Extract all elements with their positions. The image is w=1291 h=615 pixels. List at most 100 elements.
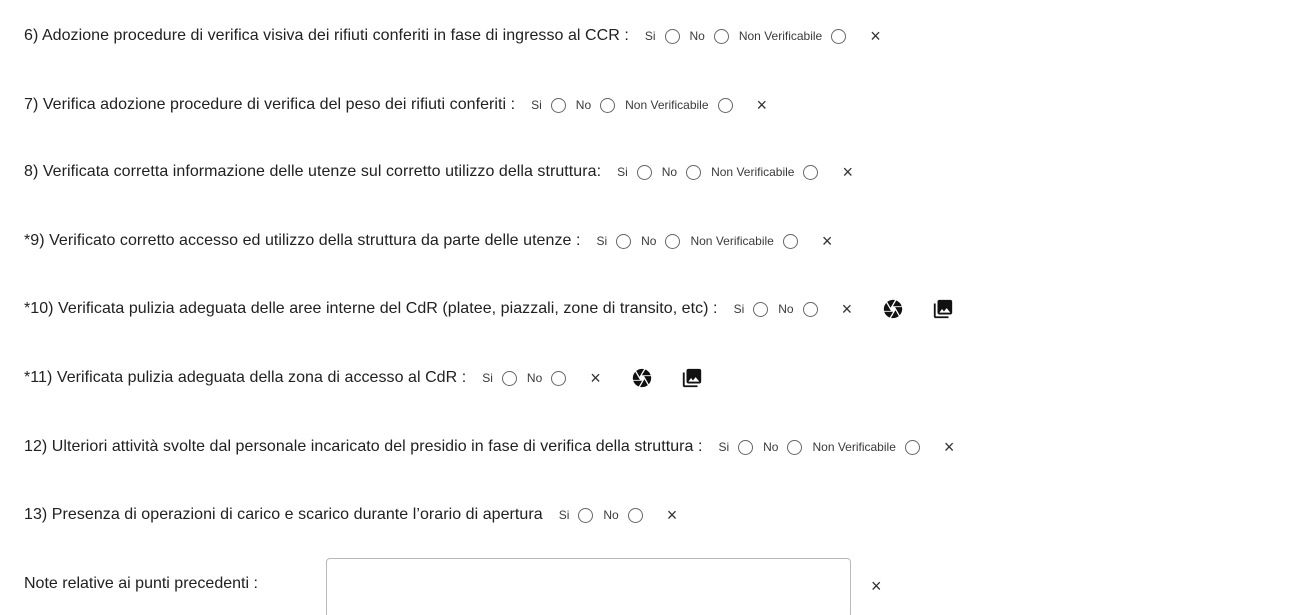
radio-unchecked-icon[interactable] (803, 164, 819, 180)
radio-unchecked-icon[interactable] (713, 28, 729, 44)
option-no[interactable]: No (526, 370, 567, 386)
option-label-no: No (689, 29, 705, 43)
option-si[interactable]: Si (733, 301, 769, 317)
option-label-non-verificabile: Non Verificabile (625, 98, 709, 112)
radio-unchecked-icon[interactable] (501, 370, 517, 386)
close-icon[interactable]: × (842, 300, 853, 318)
close-icon[interactable]: × (822, 232, 833, 250)
option-no[interactable]: No (603, 507, 643, 523)
option-si[interactable]: Si (617, 164, 652, 180)
radio-unchecked-icon[interactable] (550, 97, 566, 113)
option-label-no: No (603, 508, 619, 522)
radio-unchecked-icon[interactable] (665, 233, 681, 249)
radio-unchecked-icon[interactable] (686, 164, 702, 180)
close-icon[interactable]: × (757, 96, 768, 114)
option-label-no: No (526, 371, 543, 385)
option-si[interactable]: Si (718, 439, 754, 455)
option-label-si: Si (718, 440, 730, 454)
question-row-13: 13) Presenza di operazioni di carico e s… (24, 500, 677, 530)
option-label-no: No (763, 440, 779, 454)
radio-unchecked-icon[interactable] (753, 301, 769, 317)
note-label: Note relative ai punti precedenti : (24, 575, 258, 592)
option-non-verificabile[interactable]: Non Verificabile (738, 28, 847, 44)
close-icon[interactable]: × (842, 163, 853, 181)
open-gallery-button[interactable] (932, 298, 954, 320)
note-textarea[interactable] (326, 558, 851, 615)
radio-unchecked-icon[interactable] (664, 28, 680, 44)
option-label-no: No (778, 302, 794, 316)
option-label-si: Si (482, 371, 493, 385)
take-photo-button[interactable] (631, 367, 653, 389)
radio-unchecked-icon[interactable] (802, 301, 818, 317)
radio-unchecked-icon[interactable] (616, 233, 632, 249)
question-text: 12) Ulteriori attività svolte dal person… (24, 438, 703, 455)
option-label-no: No (641, 234, 657, 248)
radio-unchecked-icon[interactable] (600, 97, 616, 113)
question-row-7: 7) Verifica adozione procedure di verifi… (24, 90, 767, 120)
question-row-9: *9) Verificato corretto accesso ed utili… (24, 226, 832, 256)
option-no[interactable]: No (575, 97, 616, 113)
option-no[interactable]: No (778, 301, 818, 317)
camera-shutter-icon (883, 299, 903, 319)
question-row-11: *11) Verificata pulizia adeguata della z… (24, 363, 703, 393)
option-si[interactable]: Si (558, 507, 594, 523)
photo-library-icon (682, 368, 701, 388)
option-label-no: No (661, 165, 678, 179)
option-label-no: No (575, 98, 592, 112)
open-gallery-button[interactable] (681, 367, 703, 389)
photo-library-icon (933, 299, 953, 319)
option-no[interactable]: No (689, 28, 729, 44)
option-non-verificabile[interactable]: Non Verificabile (812, 439, 920, 455)
camera-shutter-icon (632, 368, 651, 388)
radio-unchecked-icon[interactable] (831, 28, 847, 44)
option-no[interactable]: No (661, 164, 702, 180)
option-label-si: Si (558, 508, 570, 522)
question-text: *11) Verificata pulizia adeguata della z… (24, 369, 467, 386)
question-text: 7) Verifica adozione procedure di verifi… (24, 96, 516, 113)
question-row-10: *10) Verificata pulizia adeguata delle a… (24, 294, 954, 324)
question-text: *10) Verificata pulizia adeguata delle a… (24, 300, 718, 317)
option-si[interactable]: Si (482, 370, 517, 386)
option-non-verificabile[interactable]: Non Verificabile (690, 233, 798, 249)
option-si[interactable]: Si (531, 97, 566, 113)
option-label-si: Si (596, 234, 608, 248)
radio-unchecked-icon[interactable] (782, 233, 798, 249)
radio-unchecked-icon[interactable] (717, 97, 733, 113)
option-label-si: Si (617, 165, 628, 179)
close-icon[interactable]: × (871, 576, 882, 597)
option-label-non-verificabile: Non Verificabile (738, 29, 823, 43)
question-row-6: 6) Adozione procedure di verifica visiva… (24, 21, 881, 51)
radio-unchecked-icon[interactable] (787, 439, 803, 455)
option-non-verificabile[interactable]: Non Verificabile (625, 97, 733, 113)
question-text: *9) Verificato corretto accesso ed utili… (24, 232, 581, 249)
option-si[interactable]: Si (644, 28, 680, 44)
radio-unchecked-icon[interactable] (627, 507, 643, 523)
option-no[interactable]: No (763, 439, 803, 455)
option-label-non-verificabile: Non Verificabile (711, 165, 795, 179)
radio-unchecked-icon[interactable] (578, 507, 594, 523)
radio-unchecked-icon[interactable] (738, 439, 754, 455)
close-icon[interactable]: × (870, 27, 881, 45)
note-row: Note relative ai punti precedenti : × (24, 558, 882, 615)
option-label-si: Si (644, 29, 656, 43)
option-label-si: Si (531, 98, 542, 112)
question-text: 8) Verificata corretta informazione dell… (24, 163, 602, 180)
question-row-12: 12) Ulteriori attività svolte dal person… (24, 432, 954, 462)
option-non-verificabile[interactable]: Non Verificabile (711, 164, 819, 180)
radio-unchecked-icon[interactable] (636, 164, 652, 180)
take-photo-button[interactable] (882, 298, 904, 320)
option-si[interactable]: Si (596, 233, 632, 249)
checklist-form: 6) Adozione procedure di verifica visiva… (0, 0, 1291, 615)
radio-unchecked-icon[interactable] (904, 439, 920, 455)
option-label-non-verificabile: Non Verificabile (812, 440, 896, 454)
question-text: 13) Presenza di operazioni di carico e s… (24, 506, 543, 523)
option-label-non-verificabile: Non Verificabile (690, 234, 774, 248)
option-label-si: Si (733, 302, 745, 316)
close-icon[interactable]: × (590, 369, 601, 387)
option-no[interactable]: No (641, 233, 681, 249)
question-row-8: 8) Verificata corretta informazione dell… (24, 157, 853, 187)
close-icon[interactable]: × (667, 506, 678, 524)
question-text: 6) Adozione procedure di verifica visiva… (24, 27, 629, 44)
close-icon[interactable]: × (944, 438, 955, 456)
radio-unchecked-icon[interactable] (551, 370, 567, 386)
